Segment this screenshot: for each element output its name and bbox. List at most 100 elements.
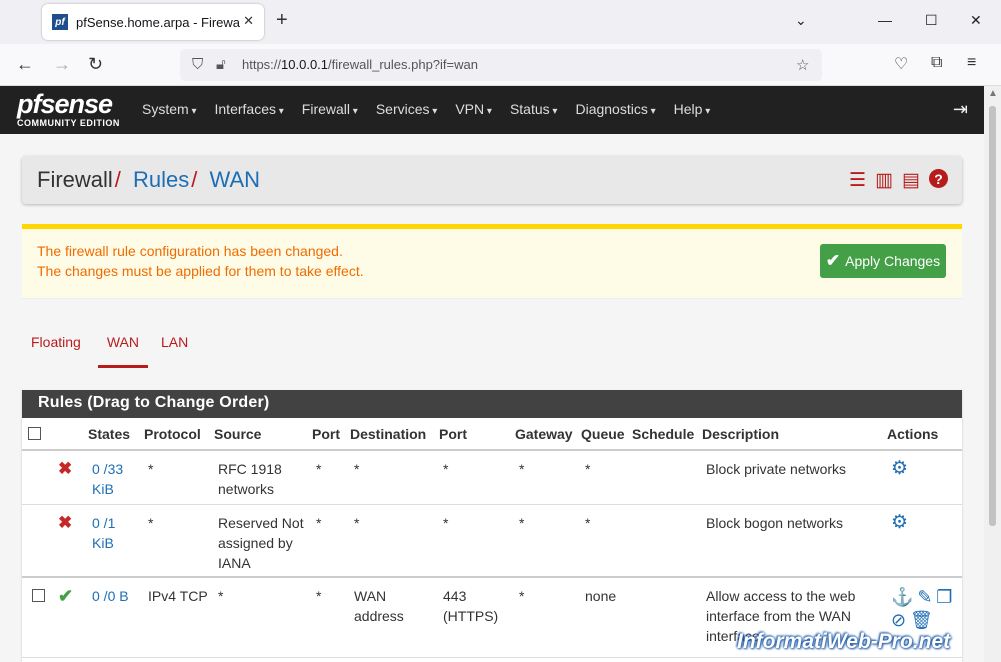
edit-pencil-icon[interactable]: ✎ [917,587,932,607]
browser-toolbar: ← → ↻ ⛉ 🔓︎ https://10.0.0.1/firewall_rul… [0,44,1001,86]
settings-sliders-icon[interactable]: ☰ [849,169,866,192]
rule-source: Reserved Not assigned by IANA [212,504,310,578]
app-menu-icon[interactable]: ≡ [967,54,976,72]
rules-table: States Protocol Source Port Destination … [22,418,962,658]
table-row[interactable]: ✖ 0 /1 KiB * Reserved Not assigned by IA… [22,504,962,578]
scrollbar-thumb[interactable] [989,106,996,526]
log-list-icon[interactable]: ▤ [902,169,920,192]
col-actions: Actions [885,418,962,451]
menu-help[interactable]: Help [674,101,711,117]
watermark-text: InformatiWeb-Pro.net [737,630,951,653]
gear-icon[interactable]: ⚙ [891,512,908,533]
bookmark-star-icon[interactable]: ☆ [796,56,809,74]
col-schedule[interactable]: Schedule [630,418,700,451]
page-scrollbar[interactable]: ▲ [984,86,1001,662]
disable-icon[interactable]: ⊘ [891,610,906,630]
pfsense-favicon-icon: pf [52,14,68,30]
close-window-icon[interactable]: ✕ [970,12,982,29]
minimize-icon[interactable]: — [878,12,892,28]
rules-panel-title: Rules (Drag to Change Order) [22,390,962,418]
breadcrumb-firewall: Firewall [37,167,113,192]
rule-gateway: * [513,576,579,658]
rule-queue: none [579,576,630,658]
rule-gateway: * [513,504,579,578]
browser-tab[interactable]: pf pfSense.home.arpa - Firewall: R ✕ [42,4,264,40]
maximize-icon[interactable]: ☐ [925,12,938,29]
select-all-checkbox[interactable] [28,427,41,440]
rule-source: * [212,576,310,658]
col-gateway[interactable]: Gateway [513,418,579,451]
browser-tabbar: pf pfSense.home.arpa - Firewall: R ✕ + ⌄… [0,0,1001,44]
rule-protocol: * [142,450,212,505]
apply-changes-label: Apply Changes [845,253,941,269]
interface-tabs: Floating WAN LAN [22,334,197,368]
menu-firewall[interactable]: Firewall [302,101,358,117]
rule-source-port: * [310,576,348,658]
states-link[interactable]: 0 /33 KiB [92,461,123,497]
col-destination-port[interactable]: Port [437,418,513,451]
rule-destination: * [348,504,437,578]
rule-destination: * [348,450,437,505]
pfsense-logo[interactable]: pfsense COMMUNITY EDITION [17,90,120,128]
config-changed-alert: The firewall rule configuration has been… [22,224,962,299]
states-link[interactable]: 0 /0 B [92,588,129,604]
breadcrumb-rules[interactable]: Rules [133,167,189,192]
pass-check-icon: ✔ [58,586,74,606]
browser-tab-title: pfSense.home.arpa - Firewall: R [76,14,240,30]
col-states[interactable]: States [86,418,142,451]
tab-list-icon[interactable]: ⌄ [795,12,807,29]
menu-status[interactable]: Status [510,101,558,117]
breadcrumb-wan[interactable]: WAN [210,167,261,192]
rule-protocol: IPv4 TCP [142,576,212,658]
rule-destination-port: * [437,450,513,505]
site-info-icon[interactable]: ⛉ [192,56,203,73]
url-text[interactable]: https://10.0.0.1/firewall_rules.php?if=w… [242,57,478,72]
alert-line-1: The firewall rule configuration has been… [37,243,343,259]
menu-diagnostics[interactable]: Diagnostics [575,101,655,117]
menu-services[interactable]: Services [376,101,438,117]
pocket-icon[interactable]: ♡ [894,54,908,74]
tab-lan[interactable]: LAN [152,334,197,368]
forward-icon[interactable]: → [53,54,71,75]
rule-description: Block bogon networks [700,504,885,578]
copy-icon[interactable]: ❐ [936,587,952,607]
menu-system[interactable]: System [142,101,197,117]
close-tab-icon[interactable]: ✕ [243,13,254,29]
lock-warning-icon[interactable]: 🔓︎ [216,56,226,73]
rule-destination-port: 443 (HTTPS) [437,576,513,658]
breadcrumb-separator: / [114,167,121,192]
col-source[interactable]: Source [212,418,310,451]
menu-interfaces[interactable]: Interfaces [215,101,284,117]
rule-description: Block private networks [700,450,885,505]
trash-icon[interactable]: 🗑︎ [910,610,933,630]
back-icon[interactable]: ← [16,54,34,75]
help-icon[interactable]: ? [929,169,948,188]
col-queue[interactable]: Queue [579,418,630,451]
tab-floating[interactable]: Floating [22,334,90,368]
col-protocol[interactable]: Protocol [142,418,212,451]
extensions-icon[interactable]: ⧉ [931,54,942,72]
check-icon: ✔ [825,251,841,270]
states-link[interactable]: 0 /1 KiB [92,515,115,551]
rule-schedule [630,450,700,505]
col-source-port[interactable]: Port [310,418,348,451]
rule-source-port: * [310,450,348,505]
breadcrumb: Firewall/ Rules/ WAN ☰ ▥ ▤ ? [22,156,962,204]
apply-changes-button[interactable]: ✔ Apply Changes [820,244,946,278]
scroll-up-icon[interactable]: ▲ [988,88,998,99]
url-bar[interactable]: ⛉ 🔓︎ https://10.0.0.1/firewall_rules.php… [180,49,822,81]
tab-wan[interactable]: WAN [97,334,149,368]
reload-icon[interactable]: ↻ [88,54,103,75]
menu-vpn[interactable]: VPN [455,101,492,117]
col-description[interactable]: Description [700,418,885,451]
rule-checkbox[interactable] [32,589,45,602]
logout-icon[interactable]: ⇥ [953,99,968,120]
alert-line-2: The changes must be applied for them to … [37,263,364,279]
anchor-icon[interactable]: ⚓ [891,587,913,607]
new-tab-icon[interactable]: + [276,10,288,30]
gear-icon[interactable]: ⚙ [891,458,908,479]
rule-gateway: * [513,450,579,505]
bar-chart-icon[interactable]: ▥ [875,169,893,192]
col-destination[interactable]: Destination [348,418,437,451]
table-row[interactable]: ✖ 0 /33 KiB * RFC 1918 networks * * * * … [22,450,962,505]
